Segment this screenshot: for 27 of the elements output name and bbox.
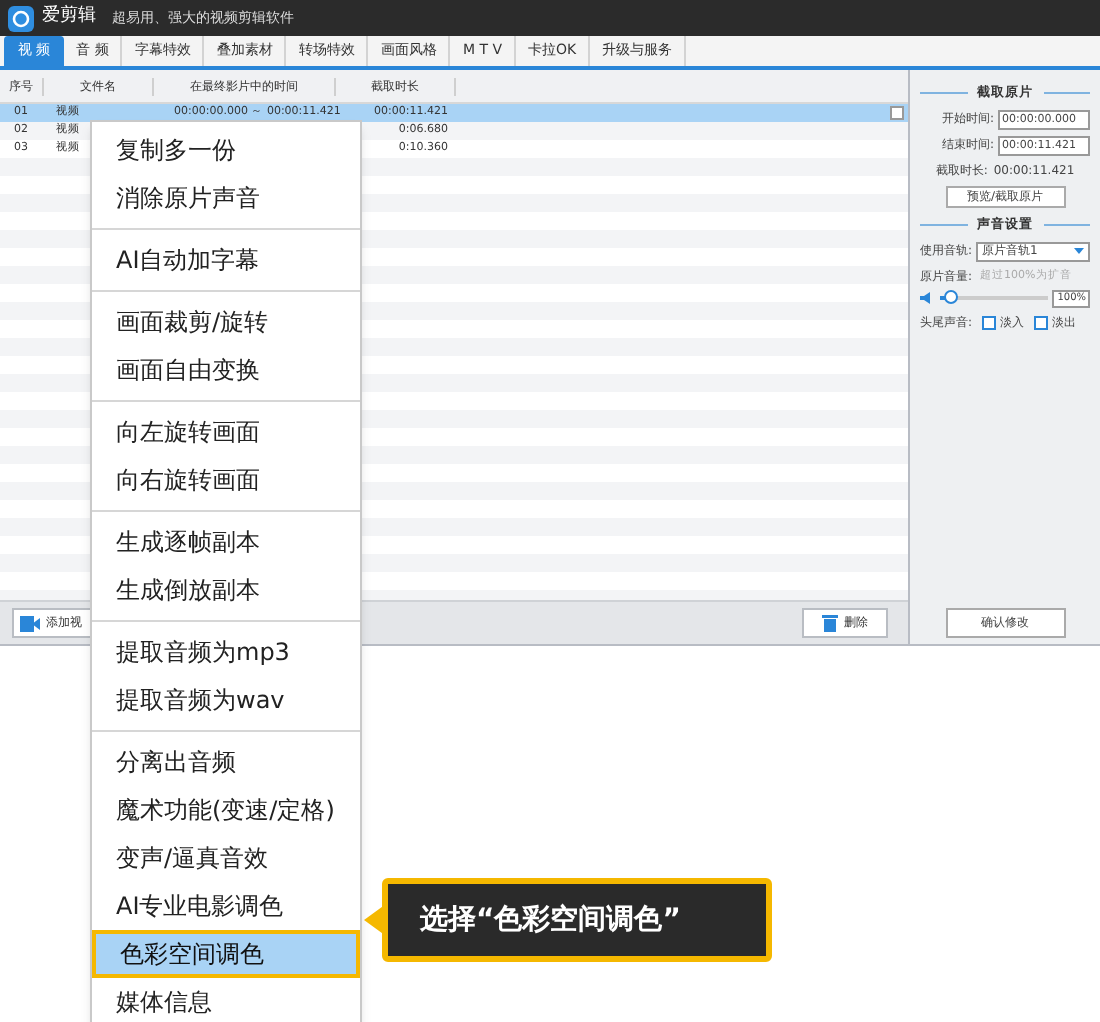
app-logo-icon (8, 5, 34, 31)
app-name: 爱剪辑 (42, 4, 96, 31)
row-options-icon[interactable] (890, 106, 904, 120)
menu-item[interactable]: AI专业电影调色 (92, 882, 360, 930)
callout-pointer-icon (364, 904, 386, 936)
volume-slider-thumb[interactable] (944, 290, 959, 304)
checkbox[interactable] (1034, 315, 1049, 329)
speaker-icon (920, 292, 936, 304)
callout-label: 选择“色彩空间调色” (382, 878, 772, 962)
add-video-icon (20, 615, 40, 631)
menu-item[interactable]: 魔术功能(变速/定格) (92, 786, 360, 834)
menu-item[interactable]: 画面裁剪/旋转 (92, 298, 360, 346)
menu-item[interactable]: 向右旋转画面 (92, 456, 360, 504)
menu-item[interactable]: 生成倒放副本 (92, 566, 360, 614)
checkbox[interactable] (982, 315, 997, 329)
menu-item[interactable]: 变声/逼真音效 (92, 834, 360, 882)
menu-item[interactable]: AI自动加字幕 (92, 236, 360, 284)
menu-item[interactable]: 提取音频为wav (92, 676, 360, 724)
menu-item[interactable]: 生成逐帧副本 (92, 518, 360, 566)
dropdown-caret-icon (1074, 248, 1084, 254)
menu-item[interactable]: 画面自由变换 (92, 346, 360, 394)
menu-item[interactable]: 媒体信息 (92, 978, 360, 1022)
menu-item[interactable]: 向左旋转画面 (92, 408, 360, 456)
trash-icon (822, 614, 838, 632)
menu-item[interactable]: 消除原片声音 (92, 174, 360, 222)
menu-item[interactable]: 分离出音频 (92, 738, 360, 786)
menu-item[interactable]: 色彩空间调色 (92, 930, 360, 978)
